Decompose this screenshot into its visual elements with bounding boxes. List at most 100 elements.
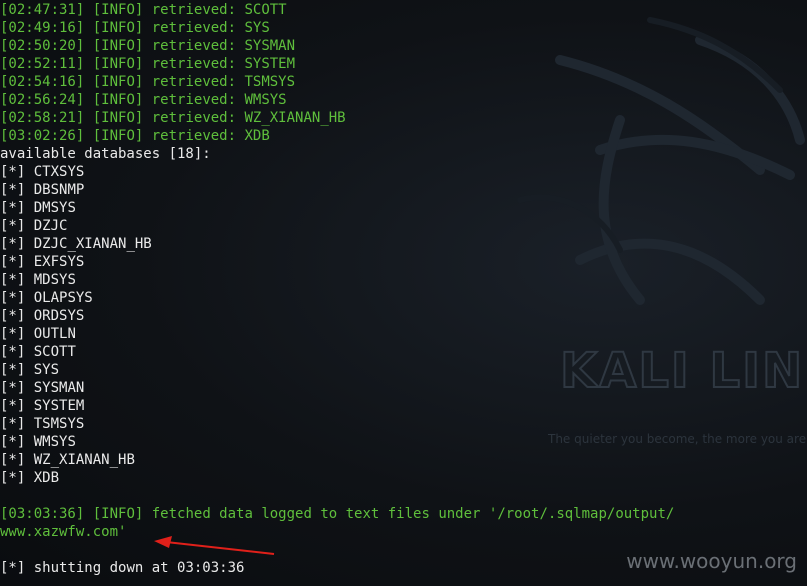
log-message: retrieved: WZ_XIANAN_HB [151,110,346,126]
log-message: retrieved: SCOTT [151,2,287,18]
log-message: retrieved: XDB [151,128,270,144]
timestamp: [02:50:20] [0,38,85,54]
fetched-log-line: [03:03:36] [INFO] fetched data logged to… [0,505,674,523]
database-name: DZJC [33,218,68,234]
database-item: [*] OUTLN [0,325,674,343]
database-name: EXFSYS [33,254,85,270]
database-name: OUTLN [33,326,76,342]
log-message: retrieved: SYS [151,20,270,36]
bullet-marker: [*] [0,398,26,414]
bullet-marker: [*] [0,164,26,180]
database-name: DBSNMP [33,182,85,198]
log-line: [02:56:24] [INFO] retrieved: WMSYS [0,91,674,109]
log-message: retrieved: WMSYS [151,92,287,108]
bullet-marker: [*] [0,434,26,450]
database-item: [*] EXFSYS [0,253,674,271]
log-line: [02:50:20] [INFO] retrieved: SYSMAN [0,37,674,55]
log-message: retrieved: SYSTEM [151,56,296,72]
log-level: [INFO] [92,38,144,54]
log-message: fetched data logged to text files under … [151,506,675,522]
log-line: [02:52:11] [INFO] retrieved: SYSTEM [0,55,674,73]
log-level: [INFO] [92,20,144,36]
database-item: [*] ORDSYS [0,307,674,325]
output-path-continuation[interactable]: www.xazwfw.com' [0,523,674,541]
database-name: WMSYS [33,434,76,450]
timestamp: [02:56:24] [0,92,85,108]
bullet-marker: [*] [0,326,26,342]
timestamp: [02:52:11] [0,56,85,72]
log-message: retrieved: TSMSYS [151,74,296,90]
database-item: [*] DMSYS [0,199,674,217]
database-name: OLAPSYS [33,290,93,306]
bullet-marker: [*] [0,362,26,378]
timestamp: [03:02:26] [0,128,85,144]
bullet-marker: [*] [0,416,26,432]
watermark: www.wooyun.org [626,549,797,573]
bullet-marker: [*] [0,470,26,486]
terminal-window[interactable]: KALI LINU The quieter you become, the mo… [0,0,807,586]
terminal-output: [02:47:31] [INFO] retrieved: SCOTT [02:4… [0,1,674,577]
database-name: WZ_XIANAN_HB [33,452,135,468]
database-item: [*] WZ_XIANAN_HB [0,451,674,469]
log-message: retrieved: SYSMAN [151,38,296,54]
bullet-marker: [*] [0,272,26,288]
bullet-marker: [*] [0,218,26,234]
database-name: MDSYS [33,272,76,288]
database-item: [*] SCOTT [0,343,674,361]
database-name: CTXSYS [33,164,85,180]
log-line: [02:58:21] [INFO] retrieved: WZ_XIANAN_H… [0,109,674,127]
timestamp: [02:47:31] [0,2,85,18]
database-name: TSMSYS [33,416,85,432]
bullet-marker: [*] [0,308,26,324]
bullet-marker: [*] [0,452,26,468]
database-name: DZJC_XIANAN_HB [33,236,152,252]
bullet-marker: [*] [0,254,26,270]
database-item: [*] SYS [0,361,674,379]
log-line: [02:49:16] [INFO] retrieved: SYS [0,19,674,37]
database-item: [*] DZJC_XIANAN_HB [0,235,674,253]
database-name: SYS [33,362,60,378]
bullet-marker: [*] [0,200,26,216]
log-level: [INFO] [92,2,144,18]
log-level: [INFO] [92,110,144,126]
bullet-marker: [*] [0,290,26,306]
database-item: [*] TSMSYS [0,415,674,433]
database-name: ORDSYS [33,308,85,324]
database-item: [*] DBSNMP [0,181,674,199]
database-item: [*] XDB [0,469,674,487]
database-name: DMSYS [33,200,76,216]
database-item: [*] SYSMAN [0,379,674,397]
database-item: [*] OLAPSYS [0,289,674,307]
bullet-marker: [*] [0,182,26,198]
database-item: [*] CTXSYS [0,163,674,181]
database-item: [*] DZJC [0,217,674,235]
log-line: [02:47:31] [INFO] retrieved: SCOTT [0,1,674,19]
bullet-marker: [*] [0,560,26,576]
database-item: [*] MDSYS [0,271,674,289]
log-line: [02:54:16] [INFO] retrieved: TSMSYS [0,73,674,91]
bullet-marker: [*] [0,344,26,360]
shutdown-line: [*] shutting down at 03:03:36 [0,559,674,577]
shutdown-message: shutting down at 03:03:36 [33,560,245,576]
timestamp: [03:03:36] [0,506,85,522]
timestamp: [02:58:21] [0,110,85,126]
log-line: [03:02:26] [INFO] retrieved: XDB [0,127,674,145]
timestamp: [02:54:16] [0,74,85,90]
database-item: [*] WMSYS [0,433,674,451]
bullet-marker: [*] [0,236,26,252]
database-name: SCOTT [33,344,76,360]
database-name: SYSMAN [33,380,85,396]
log-level: [INFO] [92,74,144,90]
databases-header: available databases [18]: [0,146,211,162]
database-name: SYSTEM [33,398,85,414]
log-level: [INFO] [92,92,144,108]
timestamp: [02:49:16] [0,20,85,36]
log-level: [INFO] [92,56,144,72]
database-item: [*] SYSTEM [0,397,674,415]
bullet-marker: [*] [0,380,26,396]
log-level: [INFO] [92,506,144,522]
log-level: [INFO] [92,128,144,144]
database-name: XDB [33,470,60,486]
